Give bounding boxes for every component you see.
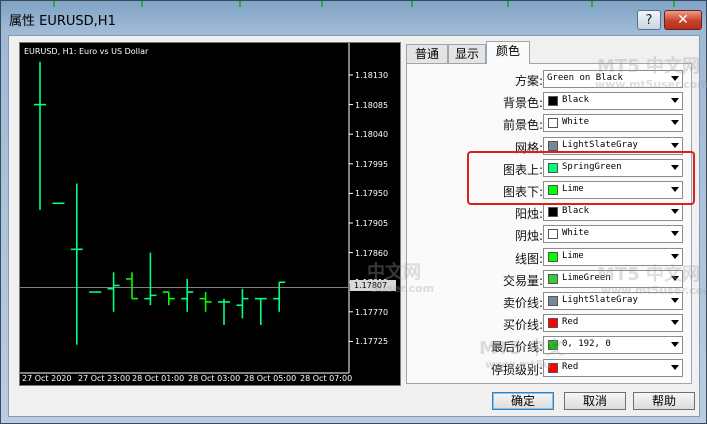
chevron-down-icon	[671, 142, 679, 148]
color-select[interactable]: 0, 192, 0	[543, 336, 683, 355]
watermark: MT5 中文网	[597, 56, 700, 77]
time-tick-label: 28 Oct 05:00	[244, 374, 297, 383]
chevron-down-icon	[671, 231, 679, 237]
close-button[interactable]: ✕	[664, 10, 702, 30]
setting-label: 阴烛:	[514, 229, 543, 244]
price-tick-label: 1.17860	[355, 248, 389, 258]
setting-label: 线图:	[514, 251, 543, 266]
price-tick-label: 1.18130	[355, 71, 389, 80]
color-swatch	[548, 229, 558, 240]
select-value: Red	[562, 317, 579, 328]
watermark: 5user.com	[371, 282, 435, 295]
time-tick-label: 28 Oct 01:00	[132, 374, 185, 383]
setting-row: 阳烛: Black	[407, 203, 691, 223]
select-value: Lime	[562, 250, 584, 261]
help-button[interactable]: 帮助	[633, 392, 695, 410]
time-tick-label: 27 Oct 2020	[22, 374, 72, 383]
color-swatch	[548, 318, 558, 329]
chevron-down-icon	[671, 342, 679, 348]
select-value: Black	[562, 206, 590, 217]
color-select[interactable]: Black	[543, 92, 683, 111]
window-title: 属性 EURUSD,H1	[9, 14, 116, 29]
title-help-button[interactable]: ?	[637, 10, 661, 30]
time-tick-label: 28 Oct 03:00	[188, 374, 241, 383]
dialog-body: EURUSD, H1: Euro vs US Dollar 1.18130 1.1…	[8, 35, 707, 417]
time-tick-label: 27 Oct 23:00	[78, 374, 131, 383]
select-value: White	[562, 117, 590, 128]
select-value: Black	[562, 95, 590, 106]
properties-dialog: 属性 EURUSD,H1 ? ✕ EURUSD, H1: Euro vs US …	[0, 0, 707, 424]
price-tick-label: 1.17770	[355, 307, 389, 317]
price-tick-label: 1.17950	[355, 189, 389, 199]
chevron-down-icon	[671, 364, 679, 370]
color-select[interactable]: Red	[543, 314, 683, 333]
setting-row: 前景色: White	[407, 114, 691, 134]
cancel-button[interactable]: 取消	[564, 392, 626, 410]
setting-label: 方案:	[514, 74, 543, 88]
setting-label: 买价线:	[502, 318, 543, 333]
chart-title: EURUSD, H1: Euro vs US Dollar	[24, 47, 149, 56]
watermark: 中文网	[367, 262, 421, 283]
setting-row: 阴烛: White	[407, 225, 691, 245]
setting-row: 背景色: Black	[407, 92, 691, 112]
select-value: LightSlateGray	[562, 139, 638, 150]
chevron-down-icon	[671, 320, 679, 326]
chevron-down-icon	[671, 209, 679, 215]
setting-label: 前景色:	[502, 118, 543, 133]
chart-preview: EURUSD, H1: Euro vs US Dollar 1.18130 1.1…	[19, 42, 401, 386]
select-value: White	[562, 228, 590, 239]
chevron-down-icon	[671, 120, 679, 126]
price-tick-label: 1.17725	[355, 337, 389, 347]
setting-label: 背景色:	[502, 96, 543, 111]
price-tick-label: 1.17995	[355, 159, 389, 169]
time-tick-label: 28 Oct 07:00	[300, 374, 353, 383]
select-value: 0, 192, 0	[562, 339, 611, 350]
chevron-down-icon	[671, 298, 679, 303]
price-tick-label: 1.18085	[355, 100, 389, 110]
color-swatch	[548, 296, 558, 306]
color-select[interactable]: White	[543, 225, 683, 244]
color-swatch	[548, 140, 558, 151]
chart-canvas	[20, 43, 353, 374]
color-select[interactable]: White	[543, 114, 683, 133]
chevron-down-icon	[671, 253, 679, 259]
setting-row: 买价线: Red	[407, 314, 691, 334]
color-swatch	[548, 251, 558, 262]
setting-label: 阳烛:	[514, 207, 543, 222]
color-swatch	[548, 118, 558, 129]
chevron-down-icon	[671, 98, 679, 104]
tab-common[interactable]: 普通	[406, 44, 448, 63]
price-tick-label: 1.18040	[355, 130, 389, 140]
color-swatch	[548, 96, 558, 107]
tab-colors[interactable]: 颜色	[486, 41, 530, 64]
select-value: Red	[562, 361, 579, 372]
ok-button[interactable]: 确定	[492, 392, 554, 410]
watermark: www.mt5user.com	[601, 284, 707, 297]
price-tick-label: 1.17905	[355, 219, 389, 228]
watermark: www.mt5u	[485, 358, 552, 371]
watermark: MT5 中文	[479, 338, 564, 359]
color-select[interactable]: Black	[543, 203, 683, 222]
color-select[interactable]: Red	[543, 358, 683, 377]
title-bar[interactable]: 属性 EURUSD,H1 ? ✕	[1, 1, 706, 35]
watermark: MT5 中文网	[597, 264, 700, 285]
color-swatch	[548, 273, 558, 284]
watermark: www.mt5user.com	[595, 78, 707, 91]
highlight-box	[467, 151, 695, 205]
setting-label: 交易量:	[502, 273, 543, 288]
color-swatch	[548, 207, 558, 218]
setting-label: 卖价线:	[502, 296, 543, 310]
tab-show[interactable]: 显示	[448, 44, 486, 63]
